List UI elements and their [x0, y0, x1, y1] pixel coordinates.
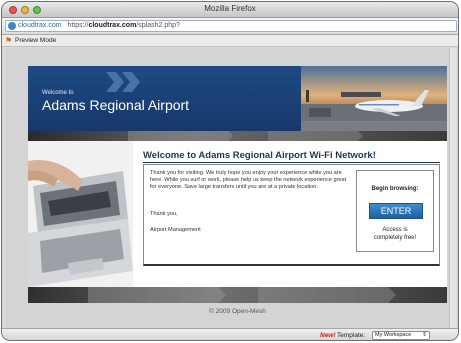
splash-header: Welcome to Adams Regional Airport	[28, 66, 447, 131]
laptop-photo	[28, 141, 133, 287]
window-title: Mozilla Firefox	[204, 4, 256, 13]
title-divider	[143, 162, 440, 163]
url-prefix: https://	[67, 22, 89, 29]
updown-arrow-icon: ⇕	[421, 332, 427, 338]
airport-photo	[301, 66, 447, 131]
page-title: Welcome to Adams Regional Airport Wi-Fi …	[143, 150, 376, 161]
preview-mode-icon: ⚑	[5, 36, 13, 45]
access-note-line1: Access is	[382, 227, 408, 233]
vertical-scrollbar[interactable]	[449, 48, 456, 328]
thanks-text: Thank you,	[150, 211, 178, 217]
browser-window: Mozilla Firefox cloudtrax.com https://cl…	[1, 1, 459, 341]
enter-button[interactable]: ENTER	[369, 203, 423, 219]
copyright-text: © 2009 Open-Mesh	[209, 308, 266, 315]
info-panel: Thank you for visiting. We truly hope yo…	[143, 164, 440, 266]
url-host: cloudtrax.com	[88, 22, 137, 29]
access-note: Access is completely free!	[357, 226, 433, 242]
splash-page: Welcome to Adams Regional Airport Welcom…	[28, 66, 447, 328]
page-viewport: Welcome to Adams Regional Airport Welcom…	[6, 48, 456, 328]
welcome-to-label: Welcome to	[42, 90, 74, 96]
template-select[interactable]: My Workspace ⇕	[372, 331, 430, 340]
url-site-label: cloudtrax.com	[18, 22, 62, 29]
begin-browsing-box: Begin browsing: ENTER Access is complete…	[356, 170, 434, 252]
header-divider-stripe	[28, 131, 447, 141]
address-field[interactable]: cloudtrax.com https://cloudtrax.com/spla…	[5, 20, 457, 32]
url-path: /splash2.php?	[136, 22, 180, 29]
template-select-value: My Workspace	[375, 332, 412, 338]
chevron-decoration-icon	[106, 72, 140, 92]
airport-name: Adams Regional Airport	[42, 97, 190, 113]
template-label: Template:	[337, 332, 366, 339]
url-bar: cloudtrax.com https://cloudtrax.com/spla…	[2, 18, 458, 35]
preview-mode-label[interactable]: Preview Mode	[15, 37, 56, 44]
signoff-text: Airport Management	[150, 227, 201, 233]
new-badge: New!	[320, 332, 336, 339]
footer-stripe	[28, 287, 447, 303]
access-note-line2: completely free!	[373, 235, 417, 241]
preview-bar: ⚑ Preview Mode	[2, 35, 458, 47]
welcome-paragraph: Thank you for visiting. We truly hope yo…	[150, 170, 347, 190]
globe-icon	[8, 22, 16, 30]
begin-browsing-label: Begin browsing:	[371, 186, 419, 192]
bottom-toolbar: New! Template: My Workspace ⇕	[2, 328, 458, 340]
main-content: Welcome to Adams Regional Airport Wi-Fi …	[133, 141, 447, 287]
title-bar: Mozilla Firefox	[2, 2, 458, 18]
